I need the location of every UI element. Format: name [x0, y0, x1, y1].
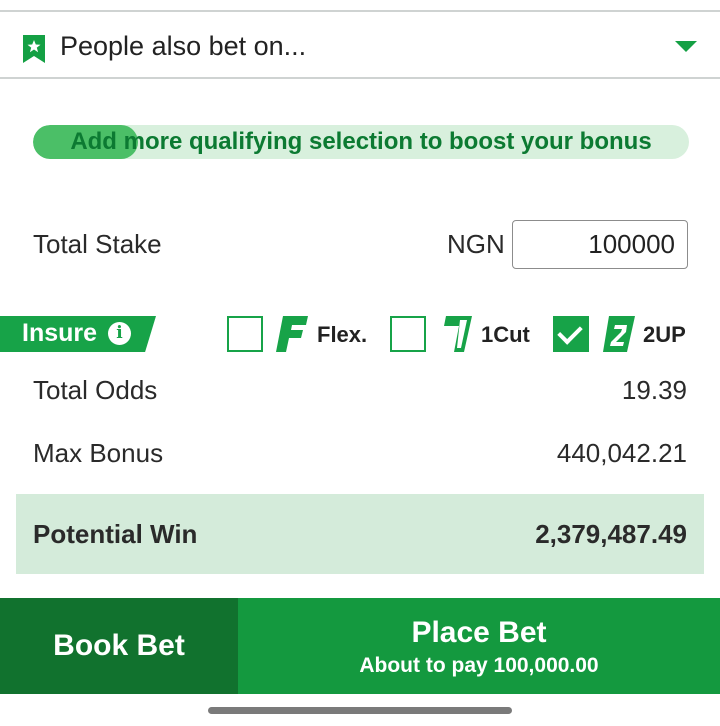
stake-currency: NGN [447, 229, 505, 259]
total-odds-label: Total Odds [33, 375, 158, 405]
book-bet-button[interactable]: Book Bet [0, 598, 238, 694]
max-bonus-value: 440,042.21 [556, 438, 687, 468]
potential-win-row: Potential Win 2,379,487.49 [16, 494, 704, 574]
people-also-bet-title: People also bet on... [60, 31, 307, 61]
total-odds-value: 19.39 [621, 375, 687, 405]
one-cut-icon [444, 316, 472, 352]
home-indicator[interactable] [208, 707, 512, 714]
stake-input[interactable] [512, 220, 688, 269]
bonus-progress-bar: Add more qualifying selection to boost y… [33, 125, 689, 159]
people-also-bet-bar[interactable]: People also bet on... [0, 13, 720, 79]
one-cut-label: 1Cut [481, 322, 530, 347]
two-up-icon [603, 316, 635, 352]
bonus-progress-text: Add more qualifying selection to boost y… [70, 128, 652, 155]
flex-label: Flex. [317, 322, 368, 347]
total-stake-label: Total Stake [33, 229, 162, 259]
max-bonus-label: Max Bonus [33, 438, 164, 468]
chevron-down-icon[interactable] [675, 41, 697, 52]
info-icon[interactable]: i [108, 322, 131, 345]
flex-checkbox[interactable] [227, 316, 263, 352]
insure-label: Insure [22, 319, 98, 347]
two-up-label: 2UP [643, 322, 686, 347]
pay-amount-text: About to pay 100,000.00 [359, 654, 599, 677]
flex-f-icon [276, 316, 308, 352]
place-bet-label: Place Bet [411, 616, 547, 649]
book-bet-label: Book Bet [53, 629, 185, 662]
top-divider [0, 10, 720, 12]
bookmark-icon [23, 35, 45, 63]
potential-win-label: Potential Win [33, 519, 198, 549]
insure-badge[interactable]: Insure i [0, 316, 156, 352]
place-bet-button[interactable]: Place Bet About to pay 100,000.00 [238, 598, 720, 694]
one-cut-checkbox[interactable] [390, 316, 426, 352]
potential-win-value: 2,379,487.49 [535, 519, 687, 549]
checkmark-icon [557, 319, 583, 345]
two-up-checkbox[interactable] [553, 316, 589, 352]
